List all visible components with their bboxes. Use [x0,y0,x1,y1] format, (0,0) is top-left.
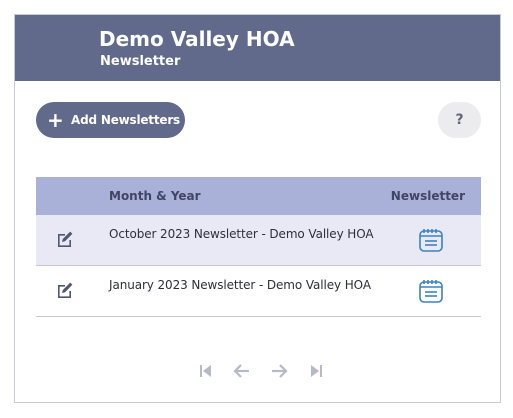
last-page-icon[interactable] [307,362,325,380]
newsletter-card: Demo Valley HOA Newsletter + Add Newslet… [14,14,501,403]
pagination [197,362,322,380]
prev-page-icon[interactable] [233,362,251,380]
first-page-icon[interactable] [197,362,215,380]
org-name: Demo Valley HOA [99,27,295,51]
column-header-newsletter[interactable]: Newsletter [391,189,465,203]
newsletter-title: October 2023 Newsletter - Demo Valley HO… [109,227,374,241]
calendar-icon[interactable] [418,278,444,304]
page-subtitle: Newsletter [100,54,181,69]
add-newsletters-button[interactable]: + Add Newsletters [36,102,185,138]
plus-icon: + [47,108,64,132]
calendar-icon[interactable] [418,227,444,253]
next-page-icon[interactable] [270,362,288,380]
table-header: Month & Year Newsletter [36,177,481,215]
column-header-month-year[interactable]: Month & Year [109,189,201,203]
edit-icon[interactable] [56,230,74,248]
page-header: Demo Valley HOA Newsletter [15,15,500,81]
help-button[interactable]: ? [438,102,481,138]
newsletter-table: Month & Year Newsletter October 2023 New… [36,177,481,317]
table-row[interactable]: October 2023 Newsletter - Demo Valley HO… [36,215,481,266]
newsletter-title: January 2023 Newsletter - Demo Valley HO… [109,278,371,292]
add-newsletters-label: Add Newsletters [71,113,180,127]
table-row[interactable]: January 2023 Newsletter - Demo Valley HO… [36,266,481,317]
edit-icon[interactable] [56,281,74,299]
